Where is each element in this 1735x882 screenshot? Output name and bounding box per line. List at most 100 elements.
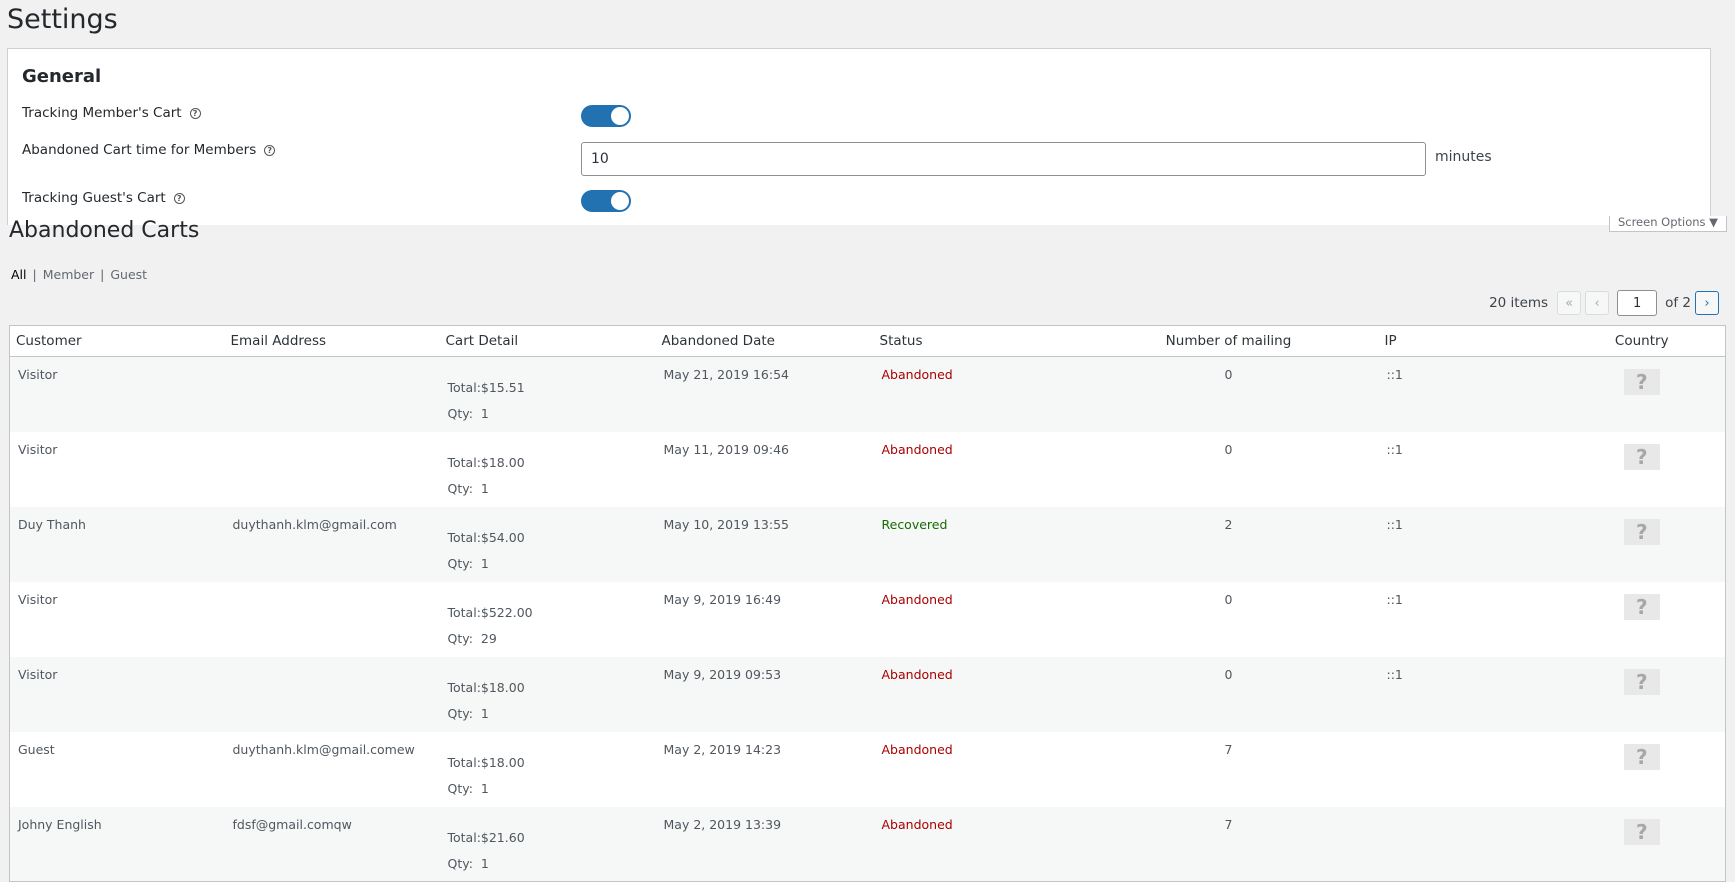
screen-options-button[interactable]: Screen Options ▼ bbox=[1609, 216, 1727, 232]
email-cell: duythanh.klm@gmail.comew bbox=[232, 741, 415, 757]
customer-cell: Duy Thanh bbox=[18, 516, 86, 532]
cart-detail-cell: Total:$522.00 Qty: 29 bbox=[440, 582, 656, 657]
help-icon[interactable]: ? bbox=[264, 144, 276, 156]
cart-detail-cell: Total:$18.00 Qty: 1 bbox=[440, 732, 656, 807]
email-cell bbox=[225, 582, 440, 657]
table-header-row: Customer Email Address Cart Detail Aband… bbox=[9, 325, 1726, 357]
cart-total: Total:$54.00 bbox=[447, 529, 525, 545]
cart-detail-cell: Total:$18.00 Qty: 1 bbox=[440, 432, 656, 507]
status-cell: Abandoned bbox=[881, 441, 953, 457]
status-cell: Abandoned bbox=[881, 591, 953, 607]
tracking-member-label: Tracking Member's Cart bbox=[22, 105, 182, 121]
country-cell: ? bbox=[1559, 582, 1726, 657]
cart-qty: Qty: 1 bbox=[448, 476, 648, 502]
mailing-cell: 0 bbox=[1224, 441, 1233, 457]
mailing-cell: 7 bbox=[1224, 816, 1233, 832]
minutes-label: minutes bbox=[1435, 149, 1492, 165]
column-mailing[interactable]: Number of mailing bbox=[1078, 325, 1379, 357]
unknown-country-icon: ? bbox=[1623, 743, 1660, 770]
prev-page-button[interactable]: ‹ bbox=[1585, 291, 1610, 315]
pagination: 20 items « ‹ of 2 › bbox=[1489, 290, 1723, 316]
country-cell: ? bbox=[1559, 732, 1726, 807]
qty-label: Qty: bbox=[447, 855, 473, 871]
customer-cell: Visitor bbox=[18, 441, 58, 457]
country-cell: ? bbox=[1559, 507, 1726, 582]
cart-detail-cell: Total:$18.00 Qty: 1 bbox=[440, 657, 656, 732]
date-cell: May 9, 2019 16:49 bbox=[663, 591, 782, 607]
customer-cell: Visitor bbox=[18, 367, 58, 382]
email-cell bbox=[225, 657, 440, 732]
settings-panel: General Tracking Member's Cart ? Abandon… bbox=[7, 48, 1711, 225]
items-count: 20 items bbox=[1489, 295, 1549, 311]
cart-total: Total:$21.60 bbox=[447, 829, 525, 845]
toggle-knob bbox=[611, 192, 629, 210]
table-row: Visitor Total:$522.00 Qty: 29 May 9, 2019 1… bbox=[10, 582, 1726, 657]
column-ip[interactable]: IP bbox=[1378, 325, 1559, 357]
qty-value: 1 bbox=[480, 705, 489, 721]
unknown-country-icon: ? bbox=[1623, 668, 1660, 695]
qty-label: Qty: bbox=[447, 406, 473, 421]
table-row: Visitor Total:$15.51 Qty: 1 May 21, 2019 16… bbox=[9, 356, 1726, 432]
abandoned-time-setting: Abandoned Cart time for Members ? bbox=[22, 142, 276, 158]
status-cell: Abandoned bbox=[881, 741, 953, 757]
table-row: Visitor Total:$18.00 Qty: 1 May 11, 2019 09… bbox=[10, 432, 1726, 507]
table-body: Visitor Total:$15.51 Qty: 1 May 21, 2019 16… bbox=[9, 356, 1726, 882]
customer-cell: Visitor bbox=[18, 591, 58, 607]
status-cell: Abandoned bbox=[881, 666, 953, 682]
ip-cell: ::1 bbox=[1386, 367, 1403, 382]
email-cell bbox=[225, 432, 440, 507]
ip-cell bbox=[1379, 807, 1559, 882]
date-cell: May 9, 2019 09:53 bbox=[663, 666, 782, 682]
tracking-member-toggle[interactable] bbox=[581, 105, 631, 127]
filter-member-link[interactable]: Member bbox=[43, 267, 94, 282]
table-row: Johny English fdsf@gmail.comqw Total:$21.6… bbox=[9, 806, 1726, 882]
cart-qty: Qty: 1 bbox=[448, 401, 648, 427]
email-cell: fdsf@gmail.comqw bbox=[232, 816, 352, 832]
tracking-guest-toggle[interactable] bbox=[581, 190, 631, 212]
cart-total: Total:$15.51 bbox=[447, 380, 525, 395]
column-date[interactable]: Abandoned Date bbox=[655, 325, 874, 357]
ip-cell: ::1 bbox=[1386, 591, 1403, 607]
column-status[interactable]: Status bbox=[873, 325, 1079, 357]
mailing-cell: 0 bbox=[1224, 591, 1233, 607]
qty-value: 1 bbox=[480, 406, 489, 421]
page-title: Settings bbox=[7, 4, 118, 35]
tracking-guest-label: Tracking Guest's Cart bbox=[22, 190, 166, 206]
qty-label: Qty: bbox=[447, 555, 473, 571]
current-page-input[interactable] bbox=[1617, 290, 1658, 316]
qty-value: 29 bbox=[480, 630, 497, 646]
mailing-cell: 0 bbox=[1224, 666, 1233, 682]
filter-all-link[interactable]: All bbox=[11, 267, 27, 282]
mailing-cell: 2 bbox=[1224, 516, 1233, 532]
column-country[interactable]: Country bbox=[1558, 325, 1726, 357]
unknown-country-icon: ? bbox=[1623, 369, 1660, 395]
qty-value: 1 bbox=[480, 555, 489, 571]
toggle-knob bbox=[611, 107, 629, 125]
table-row: Duy Thanh duythanh.klm@gmail.com Total:$54… bbox=[9, 506, 1726, 582]
qty-label: Qty: bbox=[447, 480, 473, 496]
first-page-button[interactable]: « bbox=[1557, 291, 1582, 315]
next-page-button[interactable]: › bbox=[1695, 291, 1719, 315]
status-cell: Abandoned bbox=[881, 367, 953, 382]
customer-cell: Guest bbox=[18, 741, 55, 757]
qty-value: 1 bbox=[480, 780, 489, 796]
cart-qty: Qty: 1 bbox=[448, 701, 648, 727]
column-customer[interactable]: Customer bbox=[9, 325, 225, 357]
help-icon[interactable]: ? bbox=[173, 192, 185, 204]
filter-guest-link[interactable]: Guest bbox=[110, 267, 147, 282]
ip-cell bbox=[1379, 732, 1559, 807]
country-cell: ? bbox=[1559, 657, 1726, 732]
cart-qty: Qty: 29 bbox=[448, 626, 648, 652]
column-email[interactable]: Email Address bbox=[224, 325, 440, 357]
ip-cell: ::1 bbox=[1386, 666, 1403, 682]
cart-detail-cell: Total:$15.51 Qty: 1 bbox=[440, 357, 656, 432]
customer-cell: Visitor bbox=[18, 666, 58, 682]
column-cart-detail[interactable]: Cart Detail bbox=[439, 325, 656, 357]
email-cell: duythanh.klm@gmail.com bbox=[232, 516, 397, 532]
help-icon[interactable]: ? bbox=[189, 107, 201, 119]
status-cell: Recovered bbox=[881, 516, 948, 532]
table-row: Guest duythanh.klm@gmail.comew Total:$18.0… bbox=[10, 732, 1726, 807]
abandoned-time-input[interactable] bbox=[581, 142, 1426, 176]
cart-total: Total:$18.00 bbox=[447, 454, 525, 470]
date-cell: May 2, 2019 14:23 bbox=[663, 741, 782, 757]
